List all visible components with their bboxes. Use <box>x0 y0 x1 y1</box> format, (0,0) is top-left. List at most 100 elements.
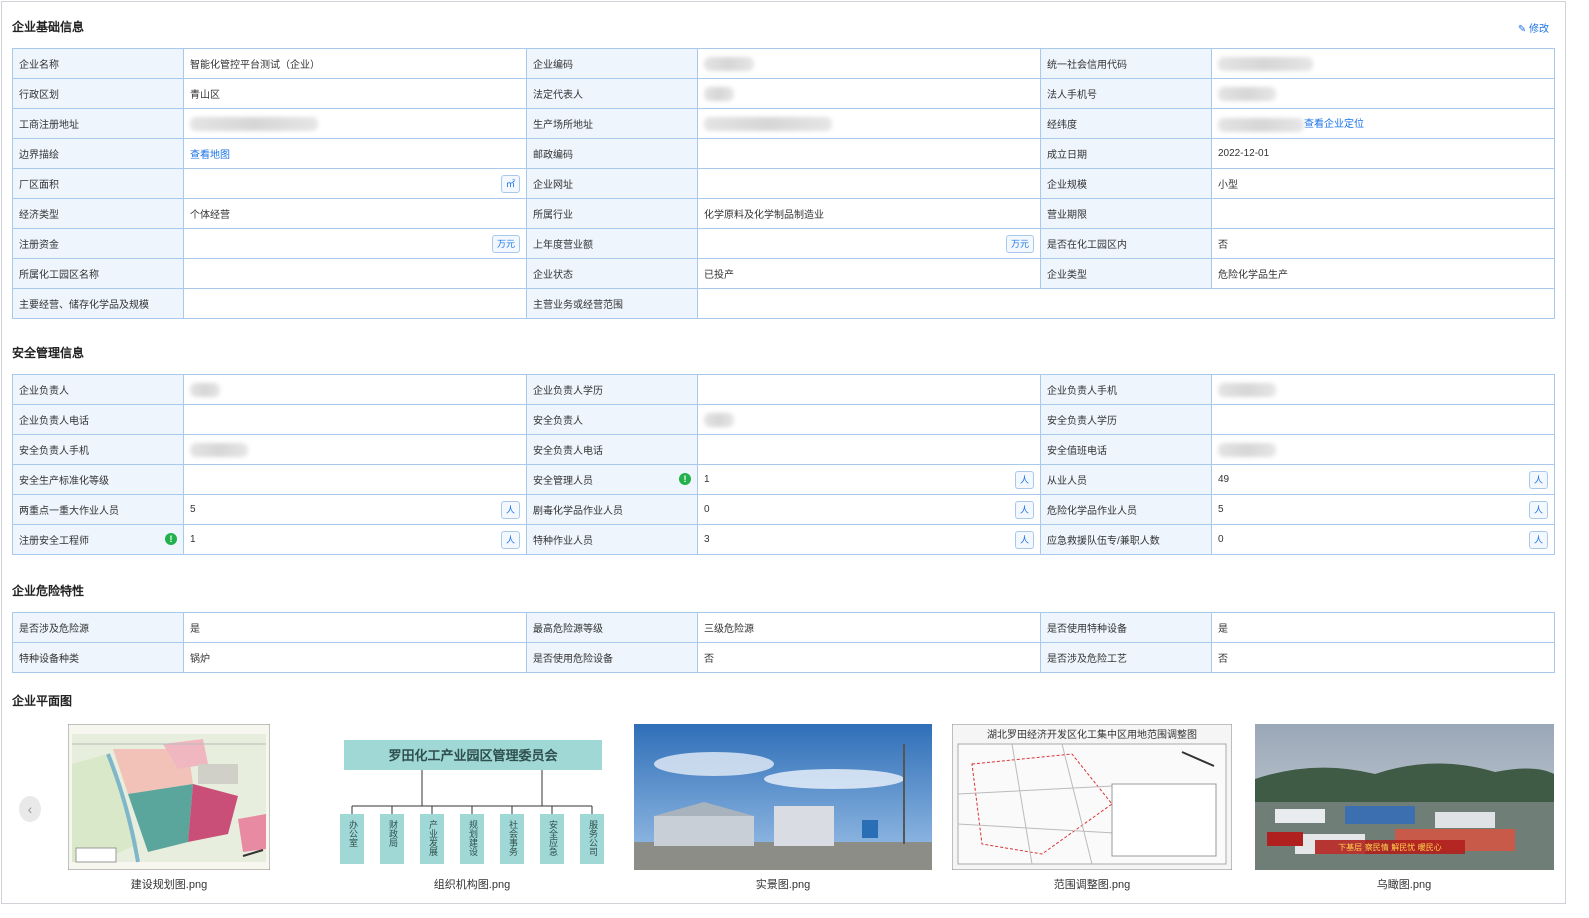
field-label: 企业网址 <box>526 168 698 199</box>
warning-icon[interactable]: ! <box>679 473 691 485</box>
field-label: 所属行业 <box>526 198 698 229</box>
table-row: 安全生产标准化等级 安全管理人员! 1 人从业人员 49 人 <box>12 464 1555 495</box>
field-label: 企业负责人 <box>12 374 184 405</box>
range-map-title: 湖北罗田经济开发区化工集中区用地范围调整图 <box>987 728 1197 741</box>
section-title-plan: 企业平面图 <box>12 694 73 708</box>
section-title-basic: 企业基础信息 <box>12 20 85 34</box>
table-row: 注册资金 万元 上年度营业额 万元 是否在化工园区内 否 <box>12 228 1555 259</box>
org-chart-image[interactable]: 罗田化工产业园区管理委员会 办公室 财政局 产业发展 规划建设 社会事务 安全应急 服务公司 <box>322 724 622 870</box>
field-value: 个体经营 <box>190 210 230 221</box>
edit-icon: ✎ <box>1517 24 1527 35</box>
field-label: 工商注册地址 <box>12 108 184 139</box>
field-value-cell: 2022-12-01 <box>1211 138 1555 169</box>
gallery-prev-button[interactable]: ‹ <box>19 796 41 822</box>
field-label-text: 危险化学品作业人员 <box>1047 506 1137 517</box>
field-label: 是否在化工园区内 <box>1040 228 1212 259</box>
field-label-text: 企业规模 <box>1047 180 1087 191</box>
field-label-text: 从业人员 <box>1047 476 1087 487</box>
field-value-cell <box>1211 198 1555 229</box>
image-caption-5: 乌瞰图.png <box>1376 879 1432 891</box>
field-value-cell: 1人 <box>697 464 1041 495</box>
field-link[interactable]: 查看企业定位 <box>1304 119 1364 130</box>
real-scene-image[interactable] <box>634 724 932 870</box>
field-value-cell <box>1211 404 1555 435</box>
field-value: 1 <box>190 534 196 545</box>
field-label: 注册安全工程师! <box>12 524 184 555</box>
field-label-text: 统一社会信用代码 <box>1047 60 1127 71</box>
field-value-cell: 5人 <box>1211 494 1555 525</box>
field-value: 青山区 <box>190 90 220 101</box>
masked-value <box>1218 442 1276 457</box>
field-link[interactable]: 查看地图 <box>190 150 230 161</box>
warning-icon[interactable]: ! <box>165 533 177 545</box>
field-label: 是否使用危险设备 <box>526 642 698 673</box>
field-value-cell <box>697 108 1041 139</box>
field-label-text: 是否使用特种设备 <box>1047 624 1127 635</box>
image-caption-3: 实景图.png <box>755 879 811 891</box>
field-label: 是否涉及危险工艺 <box>1040 642 1212 673</box>
field-value-cell <box>183 434 527 465</box>
field-label-text: 所属化工园区名称 <box>19 270 99 281</box>
field-label: 安全值班电话 <box>1040 434 1212 465</box>
unit-badge[interactable]: 人 <box>1528 501 1548 519</box>
field-label-text: 上年度营业额 <box>533 240 593 251</box>
field-label-text: 应急救援队伍专/兼职人数 <box>1047 536 1160 547</box>
org-unit-label: 办公室 <box>347 819 358 847</box>
unit-badge[interactable]: 人 <box>500 531 520 549</box>
edit-label: 修改 <box>1529 24 1549 35</box>
table-row: 主要经营、储存化学品及规模 主营业务或经营范围 <box>12 288 1555 319</box>
hazard-info-table: 是否涉及危险源 是 最高危险源等级 三级危险源 是否使用特种设备 是特种设备种类 锅炉 是否使… <box>12 612 1555 673</box>
field-value: 小型 <box>1218 180 1238 191</box>
unit-badge[interactable]: 人 <box>1014 501 1034 519</box>
field-label-text: 生产场所地址 <box>533 120 593 131</box>
field-label-text: 企业类型 <box>1047 270 1087 281</box>
table-row: 经济类型 个体经营 所属行业 化学原料及化学制品制造业 营业期限 <box>12 198 1555 229</box>
field-value-cell: 否 <box>1211 642 1555 673</box>
unit-badge[interactable]: 人 <box>1528 471 1548 489</box>
field-value: 是 <box>1218 624 1228 635</box>
unit-badge[interactable]: 人 <box>1014 471 1034 489</box>
field-label: 企业类型 <box>1040 258 1212 289</box>
unit-badge[interactable]: 人 <box>1014 531 1034 549</box>
masked-value <box>1218 382 1276 397</box>
org-unit-label: 社会事务 <box>507 819 518 857</box>
unit-badge[interactable]: 人 <box>1528 531 1548 549</box>
field-value: 2022-12-01 <box>1218 148 1270 159</box>
unit-badge[interactable]: 万元 <box>1005 235 1034 253</box>
field-label-text: 行政区划 <box>19 90 59 101</box>
field-value-cell: 危险化学品生产 <box>1211 258 1555 289</box>
field-label: 从业人员 <box>1040 464 1212 495</box>
field-label: 企业负责人电话 <box>12 404 184 435</box>
field-value-cell <box>183 404 527 435</box>
field-value: 智能化管控平台测试（企业） <box>190 60 320 71</box>
field-label: 企业编码 <box>526 48 698 79</box>
masked-value <box>190 382 220 397</box>
field-value: 1 <box>704 474 710 485</box>
aerial-view-image[interactable]: 下基层 察民情 解民忧 暖民心 <box>1255 724 1554 870</box>
unit-badge[interactable]: 万元 <box>491 235 520 253</box>
table-row: 企业负责人电话 安全负责人 安全负责人学历 <box>12 404 1555 435</box>
field-value: 化学原料及化学制品制造业 <box>704 210 824 221</box>
field-value: 危险化学品生产 <box>1218 270 1288 281</box>
edit-button[interactable]: ✎ 修改 <box>1518 20 1549 35</box>
planning-map-image[interactable] <box>68 724 270 870</box>
field-value: 否 <box>1218 240 1228 251</box>
field-value: 否 <box>1218 654 1228 665</box>
unit-badge[interactable]: ㎡ <box>500 175 520 193</box>
field-label-text: 主要经营、储存化学品及规模 <box>19 300 149 311</box>
field-label: 特种作业人员 <box>526 524 698 555</box>
range-adjust-map-image[interactable]: 湖北罗田经济开发区化工集中区用地范围调整图 <box>952 724 1232 870</box>
field-label-text: 经济类型 <box>19 210 59 221</box>
field-label: 营业期限 <box>1040 198 1212 229</box>
field-value-cell: 0人 <box>697 494 1041 525</box>
field-label: 边界描绘 <box>12 138 184 169</box>
field-label-text: 工商注册地址 <box>19 120 79 131</box>
unit-badge[interactable]: 人 <box>500 501 520 519</box>
field-label: 法定代表人 <box>526 78 698 109</box>
field-label: 是否涉及危险源 <box>12 612 184 643</box>
field-value-cell: 化学原料及化学制品制造业 <box>697 198 1041 229</box>
field-label-text: 法人手机号 <box>1047 90 1097 101</box>
field-label-text: 安全负责人 <box>533 416 583 427</box>
masked-value <box>1218 117 1304 132</box>
org-unit-label: 安全应急 <box>547 819 558 856</box>
